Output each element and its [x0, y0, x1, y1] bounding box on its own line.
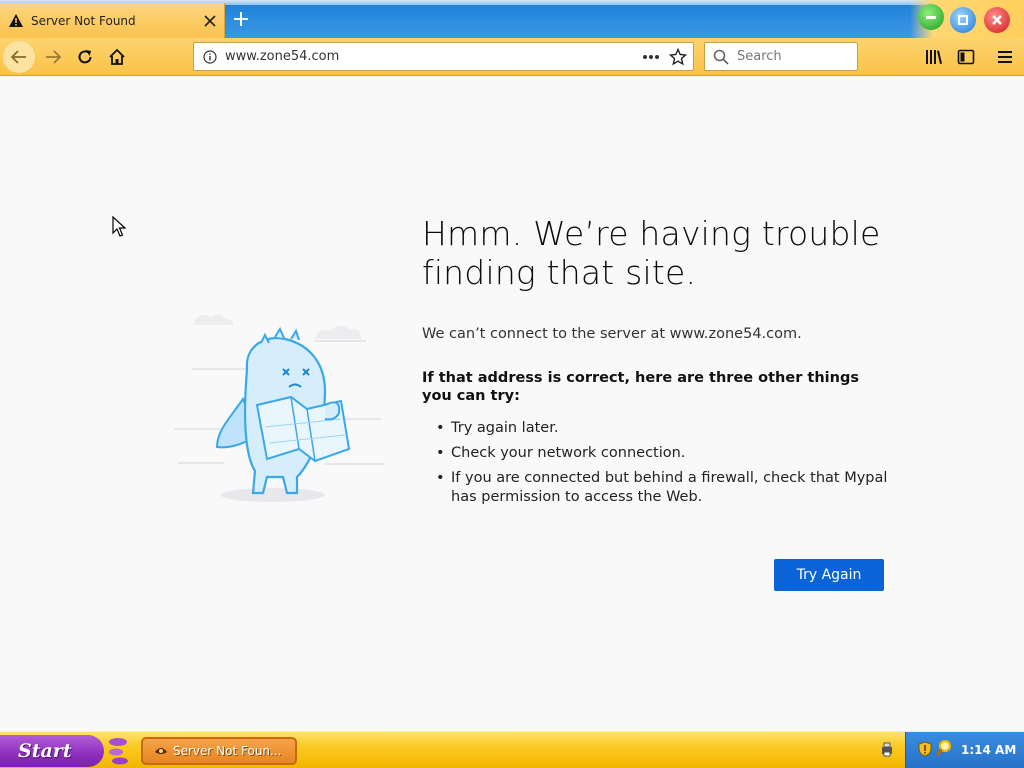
- page-content: Hmm. We’re having trouble finding that s…: [0, 77, 1024, 731]
- maximize-button[interactable]: [950, 7, 976, 33]
- home-button[interactable]: [101, 41, 133, 73]
- start-decoration-icon: [109, 738, 128, 765]
- sidebar-button[interactable]: [950, 41, 982, 73]
- arrow-right-icon: [46, 50, 62, 64]
- warning-icon: [9, 13, 23, 27]
- close-window-button[interactable]: [984, 7, 1010, 33]
- arrow-left-icon: [10, 50, 26, 64]
- url-bar[interactable]: www.zone54.com: [193, 42, 694, 71]
- taskbar: Start Server Not Foun... 1:14 AM: [0, 731, 1024, 768]
- info-icon[interactable]: [203, 49, 217, 64]
- minimize-icon: [926, 16, 936, 19]
- search-placeholder: Search: [737, 49, 782, 64]
- clock: 1:14 AM: [961, 743, 1017, 757]
- url-text[interactable]: www.zone54.com: [225, 49, 642, 64]
- error-title: Hmm. We’re having trouble finding that s…: [422, 214, 881, 292]
- magnifier-tray-icon[interactable]: [936, 740, 952, 758]
- mouse-cursor-icon: [112, 216, 126, 237]
- maximize-icon: [958, 15, 968, 25]
- tab-strip: Server Not Found: [0, 0, 1024, 38]
- navigation-toolbar: www.zone54.com Search: [0, 38, 1024, 76]
- taskbar-item-browser[interactable]: Server Not Foun...: [141, 737, 297, 765]
- home-icon: [109, 48, 125, 65]
- plus-icon: [234, 12, 248, 26]
- shield-icon[interactable]: [918, 741, 932, 757]
- bookmark-star-icon[interactable]: [669, 47, 687, 66]
- tab-close-icon[interactable]: [196, 7, 224, 35]
- list-item: Check your network connection.: [436, 444, 892, 463]
- sidebar-icon: [957, 49, 975, 65]
- reload-button[interactable]: [69, 41, 101, 73]
- page-actions-icon[interactable]: [642, 54, 660, 60]
- advice-list: Try again later. Check your network conn…: [436, 419, 892, 507]
- tab-server-not-found[interactable]: Server Not Found: [0, 3, 225, 38]
- advice-heading: If that address is correct, here are thr…: [422, 370, 859, 404]
- minimize-button[interactable]: [918, 4, 944, 30]
- hamburger-icon: [998, 51, 1012, 63]
- tab-title: Server Not Found: [31, 13, 136, 28]
- start-label: Start: [18, 740, 72, 762]
- list-item: Try again later.: [436, 419, 892, 438]
- new-tab-button[interactable]: [228, 5, 254, 33]
- menu-button[interactable]: [989, 41, 1021, 73]
- lost-dino-illustration: [174, 314, 384, 502]
- system-tray: 1:14 AM: [905, 732, 1024, 768]
- back-button[interactable]: [3, 41, 35, 73]
- search-bar[interactable]: Search: [704, 42, 858, 71]
- error-description: We can’t connect to the server at www.zo…: [422, 326, 802, 342]
- forward-button[interactable]: [37, 41, 69, 73]
- close-icon: [992, 15, 1002, 25]
- printer-tray-icon[interactable]: [880, 741, 894, 757]
- search-icon: [713, 49, 729, 65]
- list-item: If you are connected but behind a firewa…: [436, 469, 892, 507]
- library-icon: [926, 50, 942, 64]
- library-button[interactable]: [918, 41, 950, 73]
- browser-window-icon: [155, 748, 167, 754]
- try-again-button[interactable]: Try Again: [774, 559, 884, 591]
- reload-icon: [78, 50, 92, 64]
- error-message: Hmm. We’re having trouble finding that s…: [422, 214, 892, 513]
- start-button[interactable]: Start: [0, 735, 104, 767]
- taskbar-item-label: Server Not Foun...: [173, 744, 282, 758]
